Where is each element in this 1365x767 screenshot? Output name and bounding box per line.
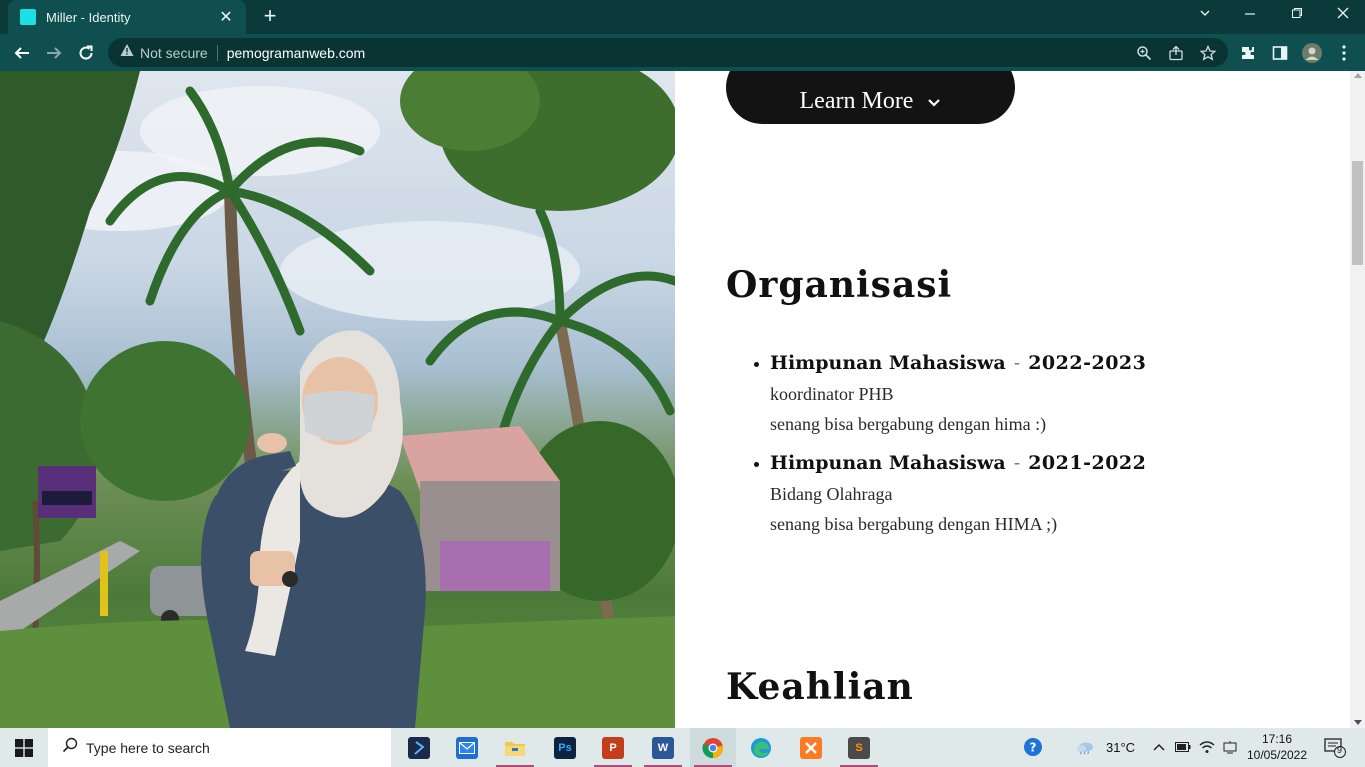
profile-avatar[interactable]: [1302, 43, 1322, 63]
clock-time: 17:16: [1261, 732, 1293, 746]
organisasi-years: 2022-2023: [1028, 352, 1147, 374]
organisasi-role: Bidang Olahraga: [770, 484, 893, 504]
edge-icon: [750, 737, 772, 759]
organisasi-item: Himpunan Mahasiswa - 2022-2023 koordinat…: [752, 347, 1312, 439]
battery-icon[interactable]: [1174, 738, 1192, 756]
photoshop-icon: Ps: [554, 736, 576, 759]
display-icon[interactable]: [1221, 738, 1239, 756]
keahlian-heading: Keahlian: [726, 666, 914, 708]
restore-icon[interactable]: [1285, 6, 1309, 26]
page-viewport: Learn More Organisasi Himpunan Mahasiswa…: [0, 71, 1350, 728]
chevron-down-icon: [927, 88, 941, 115]
scroll-up-arrow-icon[interactable]: [1354, 73, 1362, 78]
organisasi-name: Himpunan Mahasiswa: [770, 452, 1006, 474]
chevron-up-icon[interactable]: [1150, 738, 1168, 756]
taskbar-app-powerpoint[interactable]: P: [590, 728, 636, 767]
tab-title: Miller - Identity: [46, 9, 131, 25]
organisasi-role: koordinator PHB: [770, 384, 894, 404]
search-placeholder: Type here to search: [86, 739, 210, 756]
chrome-icon: [702, 737, 724, 759]
back-icon[interactable]: [10, 41, 34, 65]
system-clock[interactable]: 17:16 10/05/2022: [1242, 731, 1312, 763]
sublime-text-icon: S: [848, 736, 870, 759]
organisasi-heading: Organisasi: [726, 264, 953, 306]
taskbar-app-word[interactable]: W: [640, 728, 686, 767]
clock-date: 10/05/2022: [1246, 748, 1308, 762]
learn-more-button[interactable]: Learn More: [726, 71, 1015, 124]
browser-tabbar: Miller - Identity ✕ +: [0, 0, 1365, 34]
new-tab-button[interactable]: +: [258, 5, 282, 29]
address-bar[interactable]: Not secure pemogramanweb.com: [108, 38, 1228, 67]
close-window-icon[interactable]: [1331, 6, 1355, 26]
wifi-icon[interactable]: [1198, 738, 1216, 756]
share-icon[interactable]: [1168, 45, 1184, 61]
windows-taskbar: Type here to search Ps P W S ? 31°C 17:1…: [0, 728, 1365, 767]
svg-text:?: ?: [1030, 741, 1037, 755]
zoom-icon[interactable]: [1136, 45, 1152, 61]
browser-menu-icon[interactable]: [1334, 43, 1354, 63]
scroll-down-arrow-icon[interactable]: [1354, 720, 1362, 725]
start-button[interactable]: [0, 728, 48, 767]
taskbar-app-visual-studio[interactable]: [396, 728, 442, 767]
notification-count: 9: [1337, 745, 1343, 755]
organisasi-list: Himpunan Mahasiswa - 2022-2023 koordinat…: [752, 347, 1312, 547]
browser-tab[interactable]: Miller - Identity ✕: [8, 0, 246, 34]
profile-photo-illustration: [0, 71, 675, 728]
side-panel-icon[interactable]: [1270, 43, 1290, 63]
windows-logo-icon: [15, 738, 33, 757]
weather-icon[interactable]: [1076, 738, 1094, 756]
organisasi-item-heading: Himpunan Mahasiswa - 2021-2022: [770, 447, 1312, 479]
taskbar-app-mail[interactable]: [444, 728, 490, 767]
organisasi-dash: -: [1013, 452, 1021, 474]
word-icon: W: [652, 736, 674, 759]
forward-icon[interactable]: [42, 41, 66, 65]
organisasi-years: 2021-2022: [1028, 452, 1147, 474]
browser-toolbar: Not secure pemogramanweb.com: [0, 34, 1365, 71]
organisasi-note: senang bisa bergabung dengan HIMA ;): [770, 514, 1058, 534]
minimize-icon[interactable]: [1238, 6, 1262, 26]
taskbar-search[interactable]: Type here to search: [48, 728, 391, 767]
reload-icon[interactable]: [74, 41, 98, 65]
visual-studio-icon: [408, 736, 430, 759]
warning-icon: [120, 43, 134, 62]
scroll-thumb[interactable]: [1352, 161, 1363, 265]
organisasi-name: Himpunan Mahasiswa: [770, 352, 1006, 374]
security-label[interactable]: Not secure: [140, 45, 208, 61]
extensions-icon[interactable]: [1238, 43, 1258, 63]
folder-icon: [504, 737, 526, 759]
taskbar-app-sublime-text[interactable]: S: [836, 728, 882, 767]
mail-icon: [456, 736, 478, 759]
weather-temperature[interactable]: 31°C: [1106, 740, 1135, 755]
organisasi-item-heading: Himpunan Mahasiswa - 2022-2023: [770, 347, 1312, 379]
url-text[interactable]: pemogramanweb.com: [227, 45, 366, 61]
xampp-icon: [800, 736, 822, 759]
taskbar-app-file-explorer[interactable]: [492, 728, 538, 767]
organisasi-note: senang bisa bergabung dengan hima :): [770, 414, 1047, 434]
tab-search-icon[interactable]: [1193, 6, 1217, 26]
learn-more-label: Learn More: [799, 88, 914, 114]
search-icon: [62, 737, 78, 758]
page-scrollbar[interactable]: [1350, 71, 1365, 728]
profile-photo: [0, 71, 675, 728]
taskbar-app-xampp[interactable]: [788, 728, 834, 767]
address-separator: [216, 44, 218, 61]
organisasi-item: Himpunan Mahasiswa - 2021-2022 Bidang Ol…: [752, 447, 1312, 539]
powerpoint-icon: P: [602, 736, 624, 759]
taskbar-app-chrome[interactable]: [690, 728, 736, 767]
bookmark-star-icon[interactable]: [1199, 44, 1217, 61]
tab-close-icon[interactable]: ✕: [218, 7, 234, 27]
taskbar-app-photoshop[interactable]: Ps: [542, 728, 588, 767]
site-favicon-icon: [20, 9, 36, 25]
organisasi-dash: -: [1013, 352, 1021, 374]
notifications-icon[interactable]: 9: [1322, 737, 1348, 759]
help-icon[interactable]: ?: [1024, 738, 1042, 756]
taskbar-app-edge[interactable]: [738, 728, 784, 767]
